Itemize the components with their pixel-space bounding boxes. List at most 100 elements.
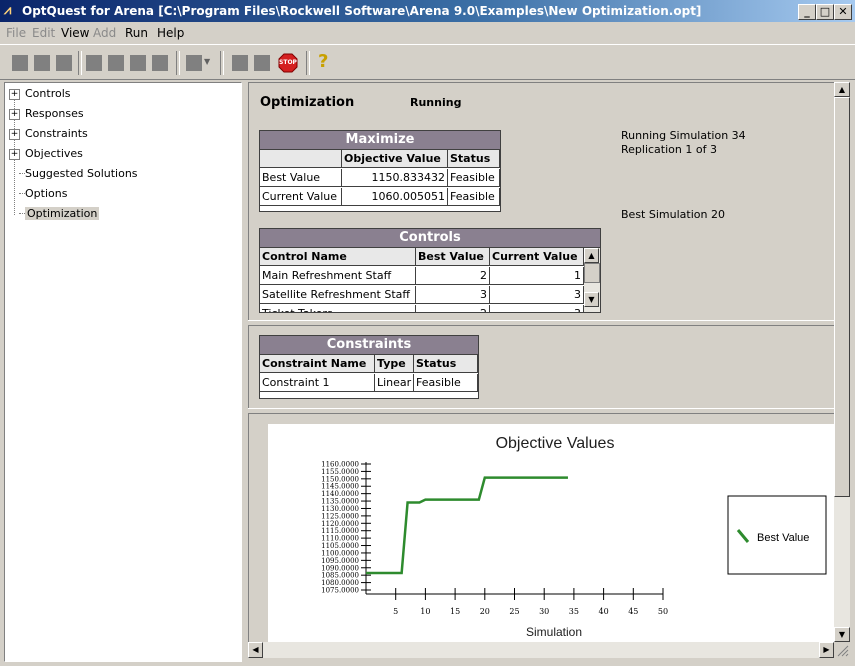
tree-item-suggested-solutions[interactable]: Suggested Solutions (25, 167, 138, 180)
table-cell: 2 (416, 267, 490, 285)
scroll-down-icon[interactable]: ▼ (584, 292, 599, 307)
tree-item-controls[interactable]: Controls (25, 87, 71, 100)
maximize-table: Maximize Objective Value Status Best Val… (259, 130, 501, 212)
navigation-tree: + Controls + Responses + Constraints + O… (4, 82, 242, 662)
maximize-title: Maximize (260, 131, 500, 150)
tree-item-constraints[interactable]: Constraints (25, 127, 88, 140)
expand-icon[interactable]: + (9, 149, 20, 160)
y-tick-label: 1075.0000 (321, 587, 359, 595)
expand-icon[interactable]: + (9, 109, 20, 120)
column-header: Constraint Name (260, 355, 375, 373)
table-cell: 2 (416, 305, 490, 312)
scroll-left-icon[interactable]: ◀ (248, 642, 263, 658)
menu-view[interactable]: View (61, 26, 89, 40)
menu-run[interactable]: Run (125, 26, 148, 40)
expand-icon[interactable]: + (9, 129, 20, 140)
title-bar: ⩘ OptQuest for Arena [C:\Program Files\R… (0, 0, 855, 22)
menu-add[interactable]: Add (93, 26, 116, 40)
minimize-button[interactable]: _ (798, 4, 816, 20)
column-header: Type (375, 355, 414, 373)
chevron-down-icon[interactable]: ▼ (204, 57, 210, 66)
x-tick-label: 20 (480, 607, 490, 616)
pane-splitter[interactable] (248, 320, 834, 326)
copy-icon[interactable] (108, 55, 124, 71)
toolbar: ▼ STOP ? (0, 44, 855, 80)
table-cell: Best Value (260, 169, 342, 187)
constraints-table: Constraints Constraint Name Type Status … (259, 335, 479, 399)
paste-icon[interactable] (130, 55, 146, 71)
open-icon[interactable] (34, 55, 50, 71)
x-tick-label: 10 (420, 607, 430, 616)
x-tick-label: 45 (628, 607, 638, 616)
column-header: Status (448, 150, 500, 168)
resize-grip-icon[interactable] (834, 642, 850, 658)
expand-icon[interactable]: + (9, 89, 20, 100)
scroll-thumb[interactable] (834, 97, 850, 497)
table-cell: Ticket Takers (260, 305, 416, 312)
table-cell: Feasible (414, 374, 478, 392)
menu-file[interactable]: File (6, 26, 26, 40)
table-cell: Constraint 1 (260, 374, 375, 392)
main-vertical-scrollbar[interactable]: ▲ ▼ (834, 82, 850, 642)
table-cell: Linear (375, 374, 414, 392)
menu-bar: File Edit View Add Run Help (0, 22, 855, 44)
main-horizontal-scrollbar[interactable]: ◀ ▶ (248, 642, 834, 658)
scroll-down-icon[interactable]: ▼ (834, 627, 850, 642)
tree-item-options[interactable]: Options (25, 187, 67, 200)
column-header: Status (414, 355, 478, 373)
page-title: Optimization (260, 95, 355, 110)
objective-chart: Objective Values Simulation 1160.0000 115… (268, 424, 834, 642)
x-tick-label: 15 (450, 607, 460, 616)
tree-item-optimization[interactable]: Optimization (25, 207, 100, 220)
pause-icon[interactable] (254, 55, 270, 71)
table-cell: 1150.833432 (342, 169, 448, 187)
menu-edit[interactable]: Edit (32, 26, 55, 40)
column-header: Current Value (490, 248, 584, 266)
app-icon: ⩘ (4, 3, 12, 18)
scroll-up-icon[interactable]: ▲ (584, 248, 599, 263)
scroll-right-icon[interactable]: ▶ (819, 642, 834, 658)
series-line-best-value (366, 476, 568, 575)
chart-title: Objective Values (496, 435, 615, 452)
x-axis-label: Simulation (526, 625, 582, 639)
table-cell: Feasible (448, 188, 500, 206)
x-tick-label: 30 (539, 607, 549, 616)
x-tick-label: 40 (599, 607, 609, 616)
table-cell: 1 (490, 267, 584, 285)
stop-icon[interactable]: STOP (278, 53, 298, 73)
table-cell: 3 (490, 286, 584, 304)
cut-icon[interactable] (86, 55, 102, 71)
step-icon[interactable] (232, 55, 248, 71)
pane-splitter[interactable] (248, 408, 834, 414)
table-cell: Satellite Refreshment Staff (260, 286, 416, 304)
table-cell: 3 (490, 305, 584, 312)
window-title: OptQuest for Arena [C:\Program Files\Roc… (22, 4, 702, 18)
column-header: Best Value (416, 248, 490, 266)
close-button[interactable]: ✕ (834, 4, 852, 20)
run-icon[interactable] (186, 55, 202, 71)
constraints-title: Constraints (260, 336, 478, 355)
controls-scrollbar[interactable]: ▲ ▼ (584, 248, 600, 312)
scroll-thumb[interactable] (584, 263, 600, 283)
new-icon[interactable] (12, 55, 28, 71)
tree-item-objectives[interactable]: Objectives (25, 147, 83, 160)
scroll-up-icon[interactable]: ▲ (834, 82, 850, 97)
best-simulation: Best Simulation 20 (621, 208, 725, 221)
column-header: Objective Value (342, 150, 448, 168)
delete-icon[interactable] (152, 55, 168, 71)
menu-help[interactable]: Help (157, 26, 184, 40)
table-cell: Current Value (260, 188, 342, 206)
running-simulation: Running Simulation 34 (621, 129, 746, 142)
x-tick-label: 5 (393, 607, 398, 616)
x-tick-label: 50 (658, 607, 668, 616)
x-tick-label: 35 (569, 607, 579, 616)
controls-title: Controls (260, 229, 600, 248)
controls-table: Controls Control Name Best Value Current… (259, 228, 601, 313)
save-icon[interactable] (56, 55, 72, 71)
legend-label: Best Value (757, 532, 809, 544)
help-icon[interactable]: ? (318, 51, 328, 72)
table-cell: Main Refreshment Staff (260, 267, 416, 285)
tree-item-responses[interactable]: Responses (25, 107, 84, 120)
maximize-button[interactable]: □ (816, 4, 834, 20)
replication: Replication 1 of 3 (621, 143, 717, 156)
